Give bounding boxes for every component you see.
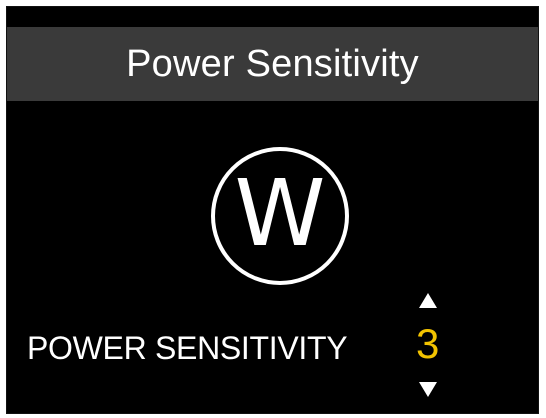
decrease-arrow-icon[interactable] (419, 382, 437, 397)
display-screen: Power Sensitivity W POWER SENSITIVITY 3 (6, 6, 539, 414)
device-frame: Power Sensitivity W POWER SENSITIVITY 3 (0, 0, 546, 418)
page-title: Power Sensitivity (126, 42, 419, 85)
power-w-icon: W (211, 147, 349, 285)
w-icon-glyph: W (234, 160, 326, 267)
power-sensitivity-value[interactable]: 3 (416, 323, 439, 365)
title-bar: Power Sensitivity (7, 27, 538, 101)
increase-arrow-icon[interactable] (419, 293, 437, 308)
power-sensitivity-label: POWER SENSITIVITY (27, 330, 348, 366)
